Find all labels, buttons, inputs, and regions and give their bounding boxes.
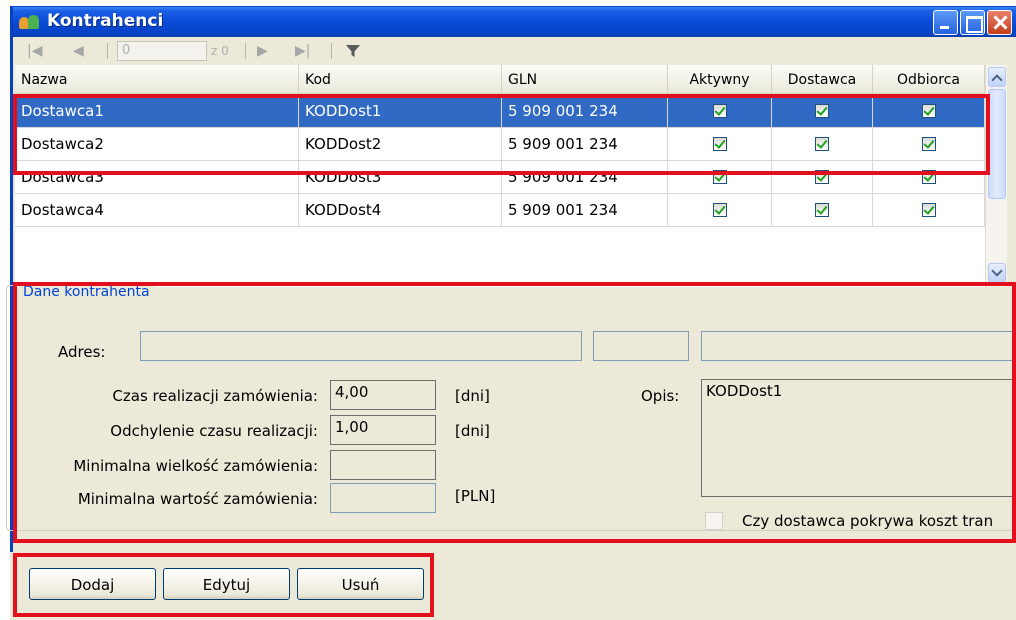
cell-gln: 5 909 001 234 xyxy=(502,161,668,193)
odbiorca-checkbox[interactable] xyxy=(921,170,936,184)
cell-odbiorca xyxy=(873,95,985,127)
czas-realizacji-field[interactable]: 4,00 xyxy=(330,380,436,410)
record-position-input[interactable]: 0 xyxy=(117,41,207,61)
adres-field[interactable] xyxy=(140,331,582,361)
maximize-button[interactable] xyxy=(960,10,985,35)
dostawca-checkbox[interactable] xyxy=(815,203,829,217)
contractors-grid: Nazwa Kod GLN Aktywny Dostawca Odbiorca … xyxy=(15,65,1007,287)
separator xyxy=(331,43,332,59)
cell-odbiorca xyxy=(873,194,985,226)
min-wartosc-field[interactable] xyxy=(330,483,436,513)
aktywny-checkbox[interactable] xyxy=(712,170,727,184)
minimize-button[interactable] xyxy=(933,10,958,35)
vertical-scrollbar[interactable] xyxy=(985,65,1007,287)
czas-unit-label: [dni] xyxy=(455,387,490,405)
group-title: Dane kontrahenta xyxy=(19,284,154,300)
column-header-gln[interactable]: GLN xyxy=(502,65,668,93)
cell-gln: 5 909 001 234 xyxy=(502,194,668,226)
table-row[interactable]: Dostawca2 KODDost2 5 909 001 234 xyxy=(15,128,985,161)
delete-button[interactable]: Usuń xyxy=(297,568,424,600)
aktywny-checkbox[interactable] xyxy=(712,137,727,151)
record-navigator: |◀ ◀ 0 z 0 ▶ ▶| xyxy=(13,37,1016,65)
scroll-down-button[interactable] xyxy=(988,263,1006,283)
cell-nazwa: Dostawca1 xyxy=(15,95,299,127)
odchylenie-unit-label: [dni] xyxy=(455,422,490,440)
koszt-transportu-label: Czy dostawca pokrywa koszt tran xyxy=(742,512,994,530)
column-header-dostawca[interactable]: Dostawca xyxy=(772,65,873,93)
opis-label: Opis: xyxy=(641,387,680,405)
aktywny-checkbox[interactable] xyxy=(712,104,727,118)
dostawca-checkbox[interactable] xyxy=(815,137,829,151)
cell-kod: KODDost2 xyxy=(299,128,502,160)
add-button[interactable]: Dodaj xyxy=(29,568,156,600)
cell-aktywny xyxy=(668,95,772,127)
adres-postal-field[interactable] xyxy=(593,331,689,361)
koszt-transportu-checkbox[interactable] xyxy=(705,512,723,530)
min-wielkosc-field[interactable] xyxy=(330,450,436,480)
record-count-label: z 0 xyxy=(211,44,229,58)
cell-odbiorca xyxy=(873,128,985,160)
aktywny-checkbox[interactable] xyxy=(712,203,727,217)
chevron-up-icon xyxy=(991,74,1003,86)
czas-realizacji-label: Czas realizacji zamówienia: xyxy=(112,387,318,405)
last-record-icon[interactable]: ▶| xyxy=(295,43,310,59)
cell-aktywny xyxy=(668,194,772,226)
cell-nazwa: Dostawca2 xyxy=(15,128,299,160)
separator xyxy=(107,43,108,59)
odbiorca-checkbox[interactable] xyxy=(921,203,936,217)
filter-icon[interactable] xyxy=(345,43,361,59)
cell-gln: 5 909 001 234 xyxy=(502,128,668,160)
contacts-icon xyxy=(19,15,41,31)
previous-record-icon[interactable]: ◀ xyxy=(73,43,84,59)
button-bar xyxy=(10,552,1016,620)
odbiorca-checkbox[interactable] xyxy=(921,137,936,151)
table-row[interactable]: Dostawca4 KODDost4 5 909 001 234 xyxy=(15,194,985,227)
min-wartosc-label: Minimalna wartość zamówienia: xyxy=(77,490,318,508)
chevron-down-icon xyxy=(991,265,1003,277)
odchylenie-label: Odchylenie czasu realizacji: xyxy=(110,422,318,440)
dostawca-checkbox[interactable] xyxy=(815,170,829,184)
cell-kod: KODDost3 xyxy=(299,161,502,193)
column-header-aktywny[interactable]: Aktywny xyxy=(668,65,772,93)
separator xyxy=(245,43,246,59)
cell-nazwa: Dostawca4 xyxy=(15,194,299,226)
cell-odbiorca xyxy=(873,161,985,193)
adres-label: Adres: xyxy=(58,343,106,361)
odchylenie-field[interactable]: 1,00 xyxy=(330,415,436,445)
cell-aktywny xyxy=(668,161,772,193)
min-wielkosc-label: Minimalna wielkość zamówienia: xyxy=(73,457,318,475)
next-record-icon[interactable]: ▶ xyxy=(257,43,268,59)
cell-kod: KODDost4 xyxy=(299,194,502,226)
scroll-up-button[interactable] xyxy=(988,67,1006,87)
cell-aktywny xyxy=(668,128,772,160)
column-header-kod[interactable]: Kod xyxy=(299,65,502,93)
scroll-thumb[interactable] xyxy=(988,89,1006,199)
cell-nazwa: Dostawca3 xyxy=(15,161,299,193)
cell-dostawca xyxy=(772,95,873,127)
edit-button[interactable]: Edytuj xyxy=(163,568,290,600)
cell-kod: KODDost1 xyxy=(299,95,502,127)
grid-header: Nazwa Kod GLN Aktywny Dostawca Odbiorca xyxy=(15,65,1007,95)
opis-textarea[interactable]: KODDost1 xyxy=(701,379,1016,497)
column-header-odbiorca[interactable]: Odbiorca xyxy=(873,65,985,93)
cell-dostawca xyxy=(772,128,873,160)
min-wartosc-unit-label: [PLN] xyxy=(455,487,496,505)
table-row[interactable]: Dostawca1 KODDost1 5 909 001 234 xyxy=(15,95,985,128)
column-header-nazwa[interactable]: Nazwa xyxy=(15,65,299,93)
cell-dostawca xyxy=(772,194,873,226)
table-row[interactable]: Dostawca3 KODDost3 5 909 001 234 xyxy=(15,161,985,194)
cell-dostawca xyxy=(772,161,873,193)
close-button[interactable] xyxy=(987,10,1012,35)
dostawca-checkbox[interactable] xyxy=(815,104,829,118)
window-title: Kontrahenci xyxy=(47,11,164,31)
odbiorca-checkbox[interactable] xyxy=(921,104,936,118)
adres-city-field[interactable] xyxy=(701,331,1016,361)
first-record-icon[interactable]: |◀ xyxy=(27,43,42,59)
cell-gln: 5 909 001 234 xyxy=(502,95,668,127)
title-bar[interactable]: Kontrahenci xyxy=(13,7,1016,37)
